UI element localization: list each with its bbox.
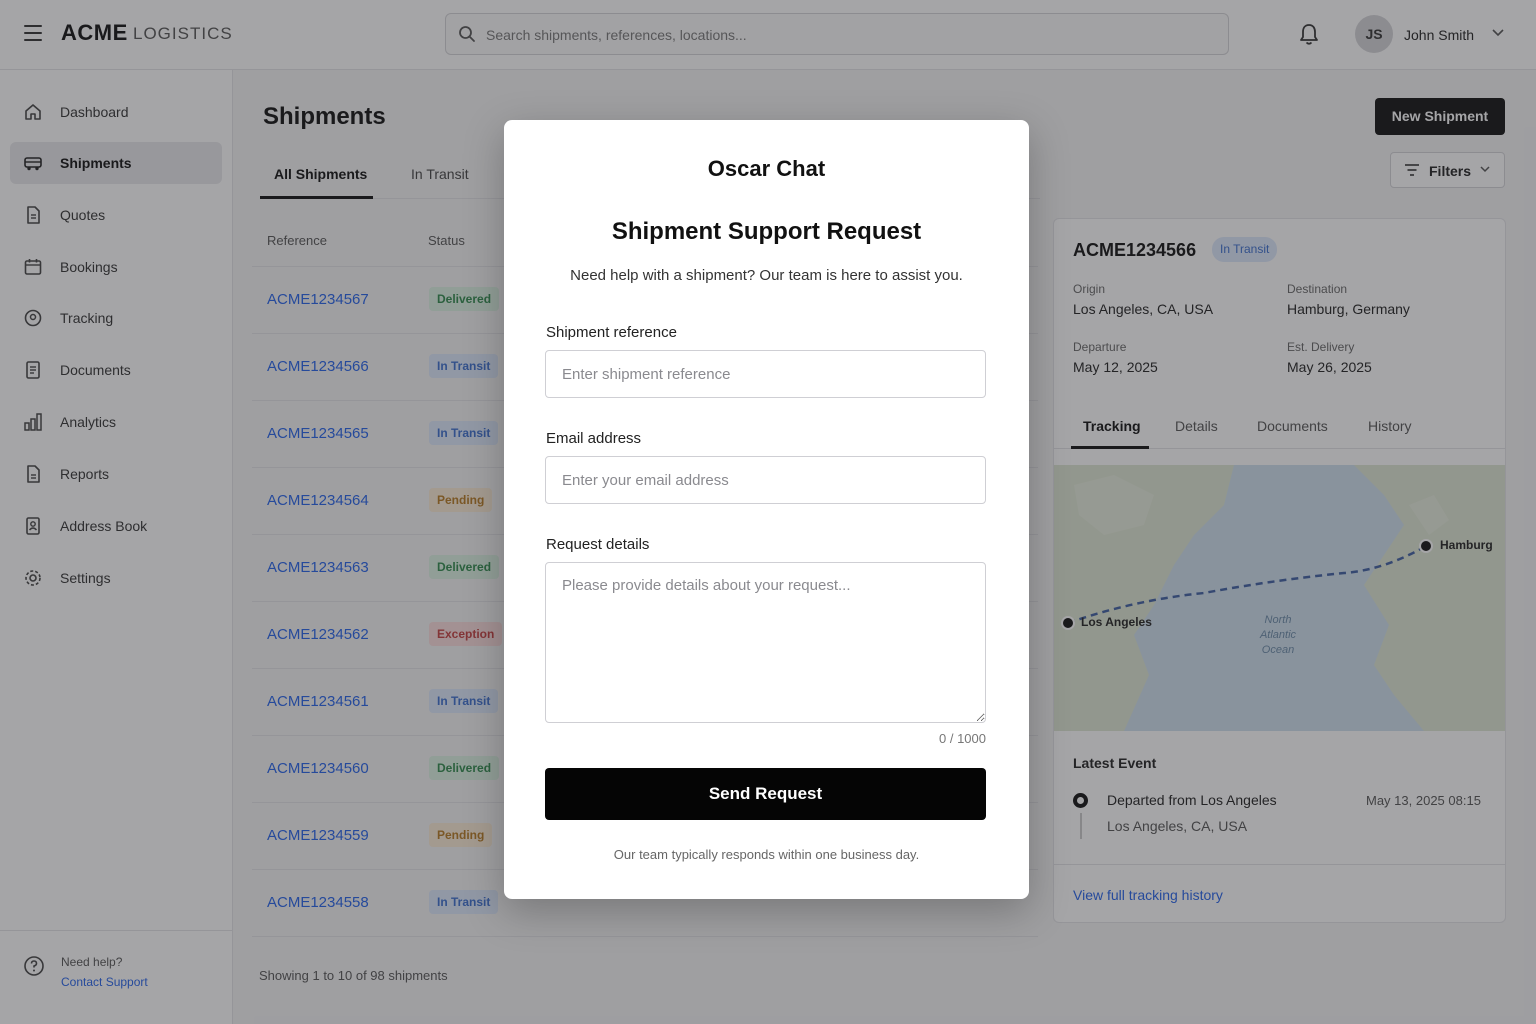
shipment-reference-input[interactable] <box>545 350 986 398</box>
response-time-note: Our team typically responds within one b… <box>613 847 920 862</box>
email-label: Email address <box>546 430 642 447</box>
request-details-label: Request details <box>546 536 650 553</box>
character-counter: 0 / 1000 <box>939 731 986 746</box>
email-field[interactable] <box>545 456 986 504</box>
form-heading: Shipment Support Request <box>611 218 922 245</box>
form-subtitle: Need help with a shipment? Our team is h… <box>570 267 963 284</box>
modal-title: Oscar Chat <box>707 156 826 181</box>
send-request-button[interactable]: Send Request <box>545 768 986 820</box>
shipment-reference-label: Shipment reference <box>546 324 677 341</box>
support-request-modal: Oscar Chat Shipment Support Request Need… <box>504 120 1029 899</box>
request-details-textarea[interactable] <box>545 562 986 723</box>
